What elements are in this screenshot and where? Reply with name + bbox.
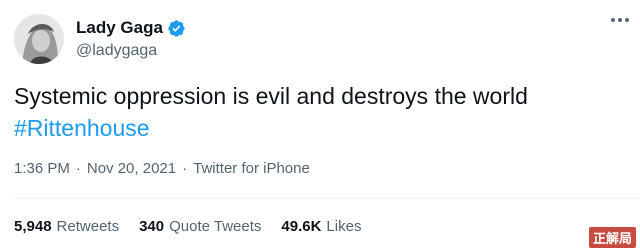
retweets-label: Retweets xyxy=(56,218,120,235)
quotes-label: Quote Tweets xyxy=(169,218,262,235)
meta-separator: · xyxy=(182,160,188,177)
likes-label: Likes xyxy=(326,218,362,235)
author-handle[interactable]: @ladygaga xyxy=(76,41,186,61)
hashtag-link[interactable]: #Rittenhouse xyxy=(14,112,630,144)
tweet-text: Systemic oppression is evil and destroys… xyxy=(14,80,630,144)
avatar-image xyxy=(14,14,64,64)
avatar[interactable] xyxy=(14,14,64,64)
tweet-body: Systemic oppression is evil and destroys… xyxy=(14,83,528,109)
likes-stat[interactable]: 49.6K Likes xyxy=(281,218,361,235)
likes-count: 49.6K xyxy=(281,218,322,235)
quotes-count: 340 xyxy=(139,218,165,235)
tweet-date[interactable]: Nov 20, 2021 xyxy=(87,160,176,177)
tweet-header: Lady Gaga @ladygaga xyxy=(14,10,626,68)
author-names: Lady Gaga @ladygaga xyxy=(76,17,186,60)
more-options-icon[interactable] xyxy=(606,10,634,30)
divider xyxy=(14,198,640,199)
meta-separator: · xyxy=(75,160,81,177)
author-name[interactable]: Lady Gaga xyxy=(76,17,163,38)
quote-tweets-stat[interactable]: 340 Quote Tweets xyxy=(139,218,261,235)
verified-badge-icon xyxy=(167,19,186,38)
tweet-source[interactable]: Twitter for iPhone xyxy=(193,160,310,177)
tweet-meta: 1:36 PM · Nov 20, 2021 · Twitter for iPh… xyxy=(14,160,310,177)
retweets-stat[interactable]: 5,948 Retweets xyxy=(14,218,119,235)
tweet-card: Lady Gaga @ladygaga Systemic oppression … xyxy=(0,0,640,252)
tweet-time[interactable]: 1:36 PM xyxy=(14,160,70,177)
watermark: 正解局 xyxy=(588,227,636,248)
author-name-row[interactable]: Lady Gaga xyxy=(76,17,186,38)
tweet-stats: 5,948 Retweets 340 Quote Tweets 49.6K Li… xyxy=(14,218,381,235)
retweets-count: 5,948 xyxy=(14,218,52,235)
